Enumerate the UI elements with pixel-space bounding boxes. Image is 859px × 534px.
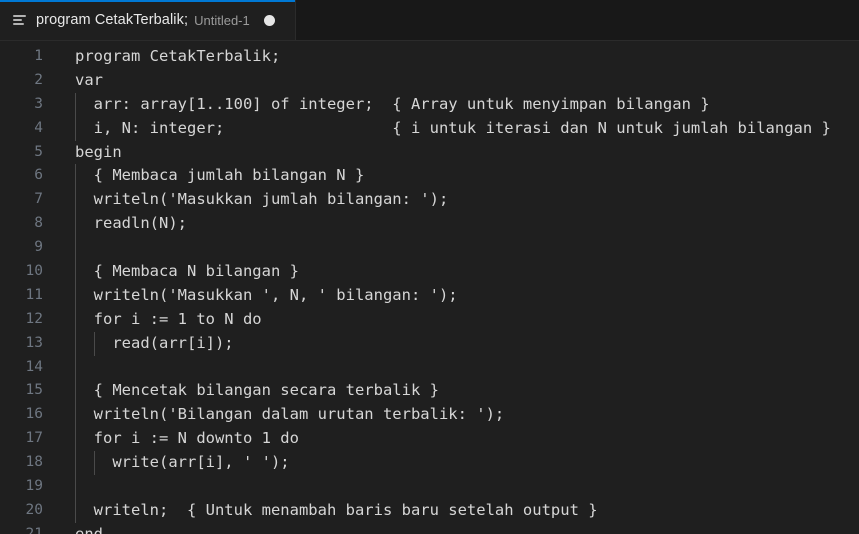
line-content: writeln('Bilangan dalam urutan terbalik:… bbox=[75, 405, 505, 424]
indent-guide bbox=[75, 355, 76, 380]
line-content: var bbox=[75, 70, 103, 89]
tab-title: program CetakTerbalik; bbox=[36, 12, 189, 28]
code-editor[interactable]: 1 program CetakTerbalik; 2 var 3 arr: array[… bbox=[0, 41, 859, 534]
indent-guide bbox=[75, 331, 76, 356]
line-number: 20 bbox=[25, 501, 43, 518]
code-line[interactable]: 8 readln(N); bbox=[0, 212, 859, 237]
line-content: begin bbox=[75, 142, 122, 161]
indent-guide bbox=[75, 260, 76, 284]
indent-guide bbox=[75, 451, 76, 476]
indent-guide bbox=[75, 92, 76, 117]
indent-guide bbox=[75, 307, 76, 332]
code-line[interactable]: 16 writeln('Bilangan dalam urutan terbal… bbox=[0, 403, 859, 428]
unsaved-changes-icon[interactable] bbox=[263, 14, 275, 26]
line-number: 17 bbox=[25, 430, 43, 447]
line-number: 10 bbox=[25, 263, 43, 280]
line-number: 18 bbox=[25, 454, 43, 471]
line-number: 16 bbox=[25, 406, 43, 423]
tab-untitled-1[interactable]: program CetakTerbalik; Untitled-1 bbox=[0, 0, 296, 40]
code-line[interactable]: 15 { Mencetak bilangan secara terbalik } bbox=[0, 379, 859, 404]
line-content: { Membaca N bilangan } bbox=[75, 262, 299, 281]
line-number: 8 bbox=[34, 215, 43, 232]
indent-guide bbox=[75, 164, 76, 189]
line-content: write(arr[i], ' '); bbox=[75, 453, 290, 472]
code-line[interactable]: 13 read(arr[i]); bbox=[0, 331, 859, 356]
line-number: 13 bbox=[25, 334, 43, 351]
line-content: { Mencetak bilangan secara terbalik } bbox=[75, 381, 439, 400]
line-number: 7 bbox=[34, 191, 43, 208]
code-lines[interactable]: 1 program CetakTerbalik; 2 var 3 arr: array[… bbox=[0, 41, 859, 534]
line-number: 11 bbox=[25, 286, 43, 303]
indent-guide bbox=[94, 331, 95, 356]
active-tab-accent bbox=[0, 0, 295, 2]
line-content: readln(N); bbox=[75, 214, 187, 233]
indent-guide bbox=[94, 451, 95, 476]
line-number: 3 bbox=[34, 95, 43, 112]
code-line[interactable]: 20 writeln; { Untuk menambah baris baru … bbox=[0, 498, 859, 523]
indent-guide bbox=[75, 427, 76, 452]
line-content: read(arr[i]); bbox=[75, 333, 234, 352]
line-content: end bbox=[75, 524, 103, 534]
code-line[interactable]: 10 { Membaca N bilangan } bbox=[0, 260, 859, 284]
code-line[interactable]: 6 { Membaca jumlah bilangan N } bbox=[0, 164, 859, 189]
line-content: program CetakTerbalik; bbox=[75, 47, 281, 65]
code-line[interactable]: 11 writeln('Masukkan ', N, ' bilangan: '… bbox=[0, 283, 859, 308]
code-line[interactable]: 21 end bbox=[0, 523, 859, 534]
line-number: 19 bbox=[25, 478, 43, 495]
code-line[interactable]: 19 bbox=[0, 475, 859, 499]
code-line[interactable]: 9 bbox=[0, 236, 859, 261]
code-line[interactable]: 18 write(arr[i], ' '); bbox=[0, 451, 859, 476]
line-number: 12 bbox=[25, 310, 43, 327]
indent-guide bbox=[75, 379, 76, 404]
line-number: 4 bbox=[34, 119, 43, 136]
code-line[interactable]: 4 i, N: integer; { i untuk iterasi dan N… bbox=[0, 116, 859, 141]
code-line[interactable]: 17 for i := N downto 1 do bbox=[0, 427, 859, 452]
code-line[interactable]: 3 arr: array[1..100] of integer; { Array… bbox=[0, 92, 859, 117]
line-number: 1 bbox=[34, 48, 43, 64]
line-content: arr: array[1..100] of integer; { Array u… bbox=[75, 94, 710, 113]
tab-bar: program CetakTerbalik; Untitled-1 bbox=[0, 0, 859, 41]
code-line[interactable]: 2 var bbox=[0, 69, 859, 93]
indent-guide bbox=[75, 403, 76, 428]
line-content: for i := 1 to N do bbox=[75, 309, 262, 328]
editor-window: program CetakTerbalik; Untitled-1 1 progr… bbox=[0, 0, 859, 534]
code-line[interactable]: 14 bbox=[0, 355, 859, 380]
line-number: 21 bbox=[25, 525, 43, 534]
code-line[interactable]: 1 program CetakTerbalik; bbox=[0, 45, 859, 69]
line-number: 14 bbox=[25, 358, 43, 375]
indent-guide bbox=[75, 116, 76, 141]
line-content: i, N: integer; { i untuk iterasi dan N u… bbox=[75, 118, 831, 137]
indent-guide bbox=[75, 283, 76, 308]
list-outline-icon bbox=[13, 15, 28, 25]
code-line[interactable]: 5 begin bbox=[0, 141, 859, 165]
indent-guide bbox=[75, 212, 76, 237]
line-content: writeln('Masukkan jumlah bilangan: '); bbox=[75, 190, 449, 209]
code-line[interactable]: 12 for i := 1 to N do bbox=[0, 307, 859, 332]
line-content: for i := N downto 1 do bbox=[75, 429, 299, 448]
tab-subtitle: Untitled-1 bbox=[194, 12, 250, 28]
line-number: 6 bbox=[34, 167, 43, 184]
line-content: writeln('Masukkan ', N, ' bilangan: '); bbox=[75, 285, 458, 304]
indent-guide bbox=[75, 236, 76, 261]
code-line[interactable]: 7 writeln('Masukkan jumlah bilangan: '); bbox=[0, 188, 859, 213]
indent-guide bbox=[75, 498, 76, 523]
line-number: 2 bbox=[34, 71, 43, 88]
line-number: 5 bbox=[34, 143, 43, 160]
line-number: 15 bbox=[25, 382, 43, 399]
indent-guide bbox=[75, 188, 76, 213]
line-content: { Membaca jumlah bilangan N } bbox=[75, 166, 365, 185]
line-content: writeln; { Untuk menambah baris baru set… bbox=[75, 500, 598, 519]
indent-guide bbox=[75, 475, 76, 499]
line-number: 9 bbox=[34, 239, 43, 256]
